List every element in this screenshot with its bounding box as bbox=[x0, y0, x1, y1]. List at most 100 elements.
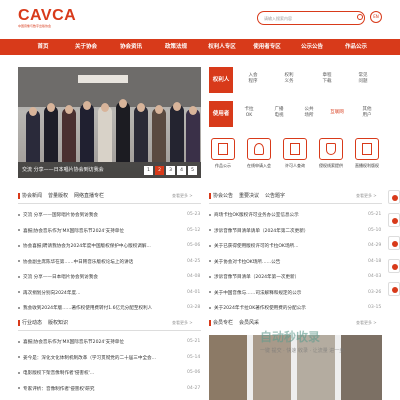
notices-more-link[interactable]: 查看更多 > bbox=[356, 193, 377, 199]
tab-member-column[interactable]: 会员专栏 bbox=[209, 320, 234, 326]
list-item-date: 04-03 bbox=[368, 274, 382, 279]
list-item[interactable]: 我会收到2024年版……著作权使用费转付1.6亿元分配至权利人 bbox=[18, 305, 179, 311]
link-broadcast[interactable]: 广播 电视 bbox=[265, 103, 293, 123]
float-service-button[interactable] bbox=[388, 190, 400, 204]
photo-person bbox=[44, 106, 58, 162]
banner-page-4[interactable]: 4 bbox=[177, 166, 186, 175]
bullet-icon bbox=[18, 275, 20, 278]
tab-live-streaming[interactable]: 网络直播专栏 bbox=[74, 193, 104, 199]
search-icon[interactable] bbox=[357, 14, 363, 20]
list-item[interactable]: 协会喜报|聘请我协会为2024年度中国版权保护中心版权调解... bbox=[18, 243, 179, 249]
float-email-button[interactable] bbox=[388, 236, 400, 250]
list-item[interactable]: 关于2024年卡拉OK著作权使用费的分配公示 bbox=[209, 305, 360, 311]
rights-holder-label[interactable]: 权利人 bbox=[209, 67, 233, 93]
photo-head bbox=[29, 107, 37, 116]
list-item[interactable]: 协会副主席陈华在第……中日韩音乐版权论坛上的讲话 bbox=[18, 259, 179, 265]
banner-page-5[interactable]: 5 bbox=[188, 166, 197, 175]
features-more-link[interactable]: 查看更多 > bbox=[356, 320, 377, 326]
link-faq[interactable]: 常见 问题 bbox=[349, 69, 377, 89]
list-item-title: 涉诉音像节目清单请单（2024年第二次更新） bbox=[214, 228, 309, 234]
news-more-link[interactable]: 查看更多 > bbox=[172, 193, 193, 199]
link-internet[interactable]: 互联网 bbox=[323, 106, 351, 126]
logo-subtitle: 中国音像与数字出版协会 bbox=[18, 24, 52, 28]
list-item[interactable]: 交流 分享——国际唱片协会到访我会 bbox=[18, 212, 179, 218]
tab-notice-inscriptions[interactable]: 公告题字 bbox=[265, 193, 285, 199]
list-item-date: 05-10 bbox=[368, 227, 382, 233]
service-infringement-report[interactable] bbox=[319, 138, 343, 160]
list-item[interactable]: 姜今是：深化文化体制机制改革（学习贯彻党的二十届三中全会... bbox=[18, 355, 179, 361]
bullet-icon bbox=[209, 213, 211, 216]
list-item-title: 再次捐划分别向2024年度... bbox=[23, 290, 81, 296]
float-phone-button[interactable] bbox=[388, 213, 400, 227]
tab-association-notices[interactable]: 协会公告 bbox=[209, 193, 234, 199]
list-item-date: 04-18 bbox=[368, 258, 382, 264]
photo-person bbox=[26, 110, 40, 162]
float-top-button[interactable] bbox=[388, 282, 400, 296]
member-photo[interactable] bbox=[209, 335, 247, 400]
link-public-places[interactable]: 公共 场所 bbox=[295, 103, 323, 123]
float-wechat-button[interactable] bbox=[388, 259, 400, 273]
list-item[interactable]: 专家评析：音像制作者'侵害权'研究 bbox=[18, 386, 179, 392]
link-other-users[interactable]: 其他 用户 bbox=[353, 103, 381, 123]
bullet-icon bbox=[18, 213, 20, 216]
link-charter-download[interactable]: 章程 下载 bbox=[313, 69, 341, 89]
list-item[interactable]: 关于已获得使用版权许可的卡拉OK场所... bbox=[209, 243, 360, 249]
banner-page-3[interactable]: 3 bbox=[166, 166, 175, 175]
banner-pagination: 12345 bbox=[142, 156, 197, 175]
nav-item-home[interactable]: 首页 bbox=[28, 39, 58, 55]
list-item[interactable]: 再次捐划分别向2024年度... bbox=[18, 290, 179, 296]
tab-important-resolutions[interactable]: 重要决议 bbox=[239, 193, 259, 199]
tab-copyright-knowledge[interactable]: 版权知识 bbox=[48, 320, 68, 326]
link-join-process[interactable]: 入会 程序 bbox=[239, 69, 267, 89]
list-item[interactable]: 关于中国音像与……司法解释和规定的公示 bbox=[209, 290, 360, 296]
list-item[interactable]: 涉诉音像节目清单（2024年第一次更新） bbox=[209, 274, 360, 280]
list-item-title: 专家评析：音像制作者'侵害权'研究 bbox=[23, 386, 95, 392]
banner-carousel[interactable]: 交流 分享——日本唱片协会到访我会 12345 bbox=[18, 67, 201, 178]
service-online-join[interactable] bbox=[247, 138, 271, 160]
watermark-main: 自动秒收录 bbox=[260, 330, 321, 344]
photo-head bbox=[101, 103, 109, 112]
users-label[interactable]: 使用者 bbox=[209, 101, 233, 127]
list-item[interactable]: 电影版权下架音像制作者'侵害权'... bbox=[18, 370, 179, 376]
industry-more-link[interactable]: 查看更多 > bbox=[172, 320, 193, 326]
nav-item-notices[interactable]: 公示公告 bbox=[296, 39, 328, 55]
photo-person bbox=[134, 106, 148, 162]
link-rights-duties[interactable]: 权利 义务 bbox=[275, 69, 303, 89]
nav-item-policy[interactable]: 政策法规 bbox=[160, 39, 192, 55]
divider bbox=[18, 330, 201, 331]
tab-association-news[interactable]: 协会新闻 bbox=[18, 193, 43, 199]
tab-member-showcase[interactable]: 会员风采 bbox=[239, 320, 259, 326]
photo-head bbox=[47, 103, 55, 112]
list-item[interactable]: 喜报|协会音乐作为'MX国际音乐节2024'支持单位 bbox=[18, 228, 179, 234]
link-karaoke[interactable]: 卡拉 OK bbox=[235, 103, 263, 123]
service-licensee-search[interactable] bbox=[283, 138, 307, 160]
cavca-logo[interactable]: CAVCA 中国音像与数字出版协会 bbox=[18, 8, 78, 32]
tab-copyright-topics[interactable]: 曾量版权 bbox=[48, 193, 68, 199]
list-item[interactable]: 喜报|协会音乐作为'MX国际音乐节2024'支持单位 bbox=[18, 339, 179, 345]
list-item[interactable]: 商场卡拉OK版权许可业务办公室信息公示 bbox=[209, 212, 360, 218]
tab-industry-news[interactable]: 行业动态 bbox=[18, 320, 43, 326]
logo-text: CAVCA bbox=[18, 7, 77, 24]
nav-item-rights-holders[interactable]: 权利人专区 bbox=[203, 39, 241, 55]
list-item-date: 03-28 bbox=[187, 305, 201, 310]
bullet-icon bbox=[18, 244, 20, 247]
list-item[interactable]: 交流 分享——日本唱片协会到访我会 bbox=[18, 274, 179, 280]
service-live-rights[interactable] bbox=[355, 138, 379, 160]
service-works-notice[interactable] bbox=[211, 138, 235, 160]
banner-page-1[interactable]: 1 bbox=[144, 166, 153, 175]
language-switch[interactable]: EN bbox=[370, 11, 382, 23]
photo-head bbox=[173, 102, 181, 111]
list-item[interactable]: 关于协会对卡拉OK场所……公告 bbox=[209, 259, 360, 265]
nav-item-about[interactable]: 关于协会 bbox=[70, 39, 102, 55]
nav-item-news[interactable]: 协会资讯 bbox=[115, 39, 147, 55]
photo-head bbox=[83, 101, 91, 110]
bullet-icon bbox=[18, 291, 20, 293]
nav-item-works[interactable]: 作品公示 bbox=[340, 39, 372, 55]
banner-page-2[interactable]: 2 bbox=[155, 166, 164, 175]
photo-person bbox=[62, 108, 76, 162]
list-item[interactable]: 涉诉音像节目清单请单（2024年第二次更新） bbox=[209, 228, 360, 234]
photo-head bbox=[119, 99, 127, 108]
search-input[interactable]: 请输入搜索内容 bbox=[257, 11, 365, 25]
nav-item-users[interactable]: 使用者专区 bbox=[248, 39, 286, 55]
service-label: 作品公示 bbox=[215, 163, 231, 168]
